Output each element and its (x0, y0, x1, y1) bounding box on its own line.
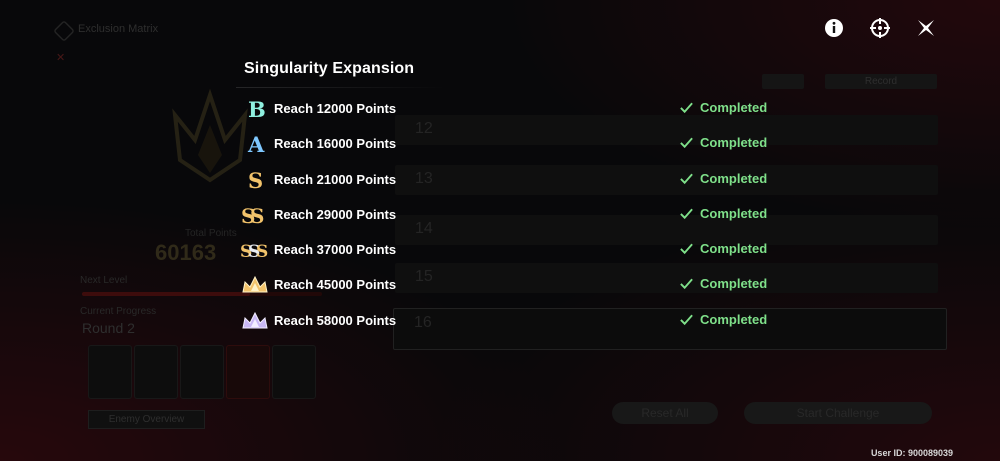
milestone-label: Reach 21000 Points (274, 171, 397, 187)
milestone-label: Reach 37000 Points (274, 242, 397, 258)
check-icon (680, 173, 693, 184)
svg-text:S: S (248, 169, 263, 191)
milestone-row: SSS Reach 37000 Points Completed (238, 233, 778, 268)
milestone-row: Reach 45000 Points Completed (238, 268, 778, 303)
check-icon (680, 208, 693, 219)
milestone-status: Completed (679, 100, 767, 115)
milestone-row: Reach 58000 Points Completed (238, 304, 778, 339)
svg-text:A: A (247, 133, 265, 155)
panel-title: Singularity Expansion (244, 60, 415, 77)
svg-text:S: S (250, 204, 264, 226)
rank-a-icon: A (240, 133, 270, 155)
milestone-list: B Reach 12000 Points Completed A Reach 1… (238, 92, 778, 339)
svg-text:S: S (256, 242, 268, 261)
rank-crown-gold-icon (240, 274, 270, 296)
check-icon (680, 243, 693, 255)
status-text: Completed (700, 276, 768, 292)
milestone-row: B Reach 12000 Points Completed (238, 92, 778, 127)
milestone-status: Completed (679, 135, 767, 150)
milestone-row: A Reach 16000 Points Completed (238, 127, 778, 162)
rank-ss-icon: SS (240, 204, 270, 226)
top-toolbar (822, 16, 938, 40)
milestone-status: Completed (679, 171, 767, 186)
milestone-label: Reach 16000 Points (274, 136, 397, 152)
close-icon[interactable] (914, 16, 938, 40)
milestone-row: S Reach 21000 Points Completed (238, 163, 778, 198)
status-text: Completed (700, 205, 768, 221)
target-icon[interactable] (868, 16, 892, 40)
status-text: Completed (700, 241, 768, 257)
milestone-status: Completed (679, 241, 767, 256)
info-icon[interactable] (822, 16, 846, 40)
milestone-status: Completed (679, 206, 767, 221)
status-text: Completed (700, 100, 768, 115)
user-id: User ID: 900089039 (870, 448, 953, 458)
milestone-label: Reach 29000 Points (274, 206, 397, 222)
title-divider (236, 87, 446, 88)
rank-s-icon: S (240, 169, 270, 191)
rank-b-icon: B (240, 98, 270, 120)
status-text: Completed (700, 311, 768, 327)
milestone-label: Reach 58000 Points (274, 312, 397, 328)
svg-text:B: B (248, 98, 266, 120)
milestone-label: Reach 12000 Points (274, 101, 397, 116)
milestone-status: Completed (679, 276, 767, 291)
rank-sss-icon: SSS (240, 239, 270, 261)
status-text: Completed (700, 170, 768, 186)
status-text: Completed (700, 135, 768, 151)
check-icon (680, 102, 693, 114)
check-icon (680, 137, 693, 149)
rank-crown-purple-icon (240, 310, 270, 332)
check-icon (680, 314, 693, 325)
milestone-label: Reach 45000 Points (274, 277, 397, 293)
milestone-status: Completed (679, 312, 767, 327)
check-icon (680, 279, 693, 290)
milestone-row: SS Reach 29000 Points Completed (238, 198, 778, 233)
